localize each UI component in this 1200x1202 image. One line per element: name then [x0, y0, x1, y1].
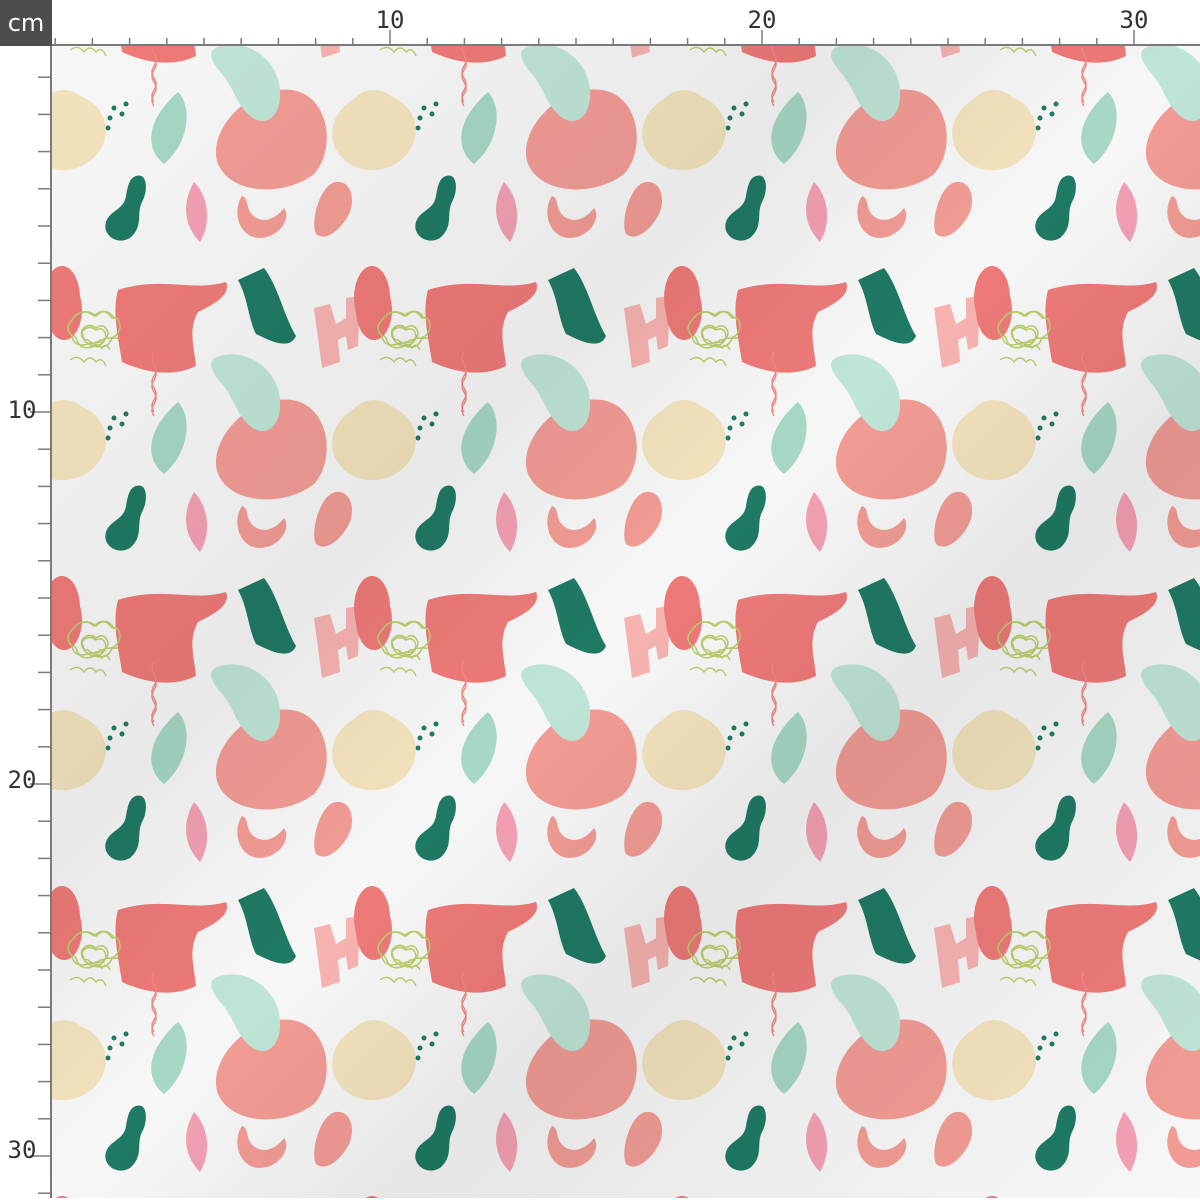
ruler-top-scale: 10 20 30: [52, 6, 1200, 46]
fabric-fold-shading: [52, 46, 1200, 1198]
ruler-top-label-10: 10: [376, 6, 405, 34]
fabric-pattern-preview: [52, 46, 1200, 1198]
ruler-left-label-10: 10: [8, 396, 37, 424]
ruler-top-label-20: 20: [748, 6, 777, 34]
ruler-top: 10 20 30: [52, 0, 1200, 46]
ruler-left-label-20: 20: [8, 766, 37, 794]
unit-badge: cm: [0, 0, 52, 46]
ruler-top-label-30: 30: [1120, 6, 1149, 34]
ruler-left-label-30: 30: [8, 1136, 37, 1164]
ruler-left: 10 20 30: [0, 46, 52, 1198]
fabric-pattern-svg: [52, 46, 1200, 1198]
ruler-left-scale: 10 20 30: [8, 46, 52, 1198]
